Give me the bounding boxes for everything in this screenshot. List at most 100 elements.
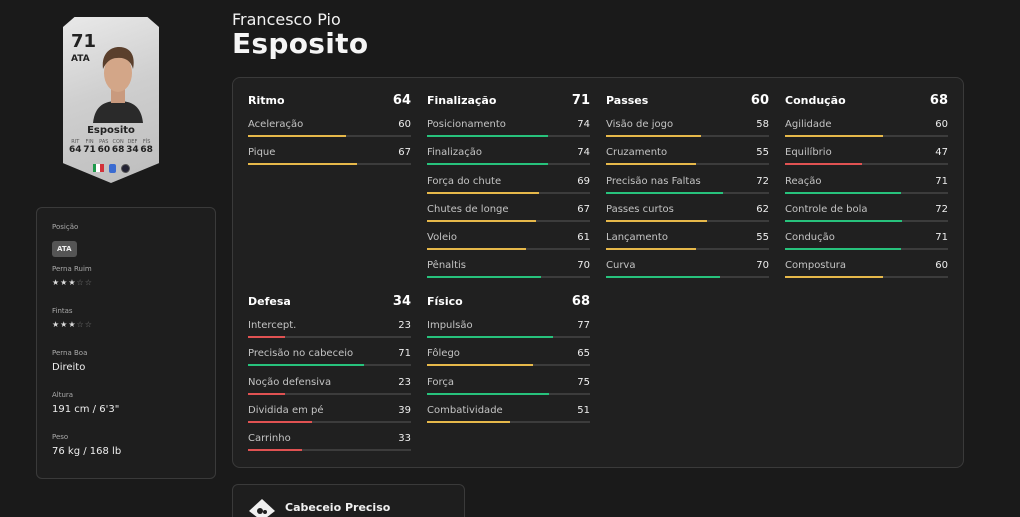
- attribute-name: Compostura: [785, 260, 847, 272]
- star-filled-icon: ★: [68, 320, 77, 329]
- attribute-bar: [606, 163, 769, 166]
- playstyle-card[interactable]: Cabeceio Preciso: [232, 484, 465, 517]
- attribute-row: Equilíbrio 47: [785, 147, 948, 175]
- attribute-row: Posicionamento 74: [427, 119, 590, 147]
- weak-foot-stars: ★★★☆☆: [52, 278, 200, 287]
- attribute-value: 75: [577, 376, 590, 388]
- card-stat: RIT 64: [69, 139, 82, 155]
- attribute-value: 33: [398, 433, 411, 445]
- attribute-row: Compostura 60: [785, 260, 948, 288]
- player-card: 71 ATA Esposito RIT 64 FIN 71 PAS 60 CON 68 DEF 3…: [63, 17, 159, 183]
- attribute-bar-fill: [785, 248, 901, 251]
- attribute-bar-fill: [785, 163, 862, 166]
- star-filled-icon: ★: [52, 278, 61, 287]
- card-stat: FÍS 68: [140, 139, 153, 155]
- attribute-category: Defesa 34 Intercept. 23 Precisão no cabeceio…: [248, 294, 411, 461]
- attribute-name: Combatividade: [427, 404, 503, 416]
- category-value: 68: [929, 93, 948, 108]
- attribute-bar: [248, 336, 411, 338]
- category-header: Condução 68: [785, 93, 948, 119]
- attribute-bar: [785, 276, 948, 279]
- attribute-bar: [248, 449, 411, 452]
- attribute-name: Aceleração: [248, 119, 304, 130]
- attribute-value: 67: [398, 147, 411, 159]
- weight-value: 76 kg / 168 lb: [52, 446, 122, 457]
- attribute-bar-fill: [427, 248, 527, 251]
- star-empty-icon: ☆: [84, 320, 93, 329]
- attribute-row: Aceleração 60: [248, 119, 411, 147]
- card-player-name: Esposito: [87, 125, 135, 136]
- attribute-name: Voleio: [427, 232, 458, 244]
- attribute-value: 69: [577, 175, 590, 187]
- card-stat: CON 68: [112, 139, 125, 155]
- attribute-name: Condução: [785, 232, 835, 244]
- attribute-row: Voleio 61: [427, 232, 590, 260]
- attribute-bar-fill: [427, 276, 542, 279]
- category-value: 68: [571, 294, 590, 309]
- category-name: Ritmo: [248, 94, 285, 107]
- category-name: Defesa: [248, 295, 291, 308]
- attribute-bar-fill: [427, 219, 537, 222]
- attribute-bar: [427, 336, 590, 338]
- attribute-value: 47: [935, 147, 948, 159]
- attribute-name: Passes curtos: [606, 203, 674, 215]
- attribute-bar-fill: [248, 336, 286, 338]
- attribute-bar: [606, 191, 769, 194]
- attribute-row: Dividida em pé 39: [248, 405, 411, 433]
- attribute-row: Noção defensiva 23: [248, 377, 411, 405]
- attribute-bar: [248, 163, 411, 166]
- card-stat: PAS 60: [98, 139, 111, 155]
- attribute-bar: [606, 248, 769, 251]
- attribute-bar-fill: [427, 364, 533, 367]
- attribute-bar: [427, 248, 590, 251]
- category-header: Defesa 34: [248, 294, 411, 320]
- card-stat-value: 68: [140, 145, 153, 155]
- attribute-bar: [427, 276, 590, 279]
- attribute-bar-fill: [427, 420, 511, 423]
- attribute-row: Controle de bola 72: [785, 204, 948, 232]
- attribute-value: 23: [398, 376, 411, 388]
- player-info-panel: Posição ATA Perna Ruim ★★★☆☆ Fintas ★★★☆…: [36, 207, 216, 479]
- attribute-category: Físico 68 Impulsão 77 Fôlego 65 Força 75 Combati…: [427, 294, 590, 433]
- attribute-name: Força do chute: [427, 175, 502, 187]
- attribute-row: Passes curtos 62: [606, 204, 769, 232]
- attribute-name: Chutes de longe: [427, 203, 509, 215]
- attribute-value: 51: [577, 404, 590, 416]
- card-stat-value: 71: [83, 145, 96, 155]
- attribute-bar-fill: [248, 392, 286, 395]
- card-stat-value: 60: [97, 145, 111, 155]
- height-label: Altura: [52, 391, 74, 399]
- preferred-foot-label: Perna Boa: [52, 349, 88, 357]
- attribute-bar-fill: [785, 276, 883, 279]
- attribute-value: 71: [398, 348, 411, 360]
- attribute-bar: [785, 191, 948, 194]
- attribute-value: 60: [935, 260, 948, 272]
- attribute-bar-fill: [248, 163, 358, 166]
- league-logo-icon: [108, 164, 116, 173]
- attribute-row: Cruzamento 55: [606, 147, 769, 175]
- attribute-row: Fôlego 65: [427, 348, 590, 376]
- italy-flag-icon: [92, 164, 104, 172]
- attribute-value: 65: [577, 348, 590, 360]
- attribute-bar-fill: [606, 276, 721, 279]
- attribute-row: Combatividade 51: [427, 405, 590, 433]
- attribute-row: Lançamento 55: [606, 232, 769, 260]
- card-badges: [63, 164, 159, 173]
- attribute-bar: [606, 276, 769, 279]
- attribute-name: Agilidade: [785, 119, 832, 130]
- attribute-name: Posicionamento: [427, 119, 506, 130]
- attribute-bar-fill: [248, 135, 346, 137]
- attribute-bar: [427, 191, 590, 194]
- weak-foot-label: Perna Ruim: [52, 265, 92, 273]
- attribute-bar: [248, 420, 411, 423]
- attribute-name: Carrinho: [248, 433, 291, 445]
- attribute-row: Finalização 74: [427, 147, 590, 175]
- attribute-category: Ritmo 64 Aceleração 60 Pique 67: [248, 93, 411, 176]
- attribute-bar-fill: [606, 248, 696, 251]
- attribute-bar-fill: [606, 163, 696, 166]
- attribute-bar: [606, 135, 769, 137]
- attribute-bar: [427, 364, 590, 367]
- position-label: Posição: [52, 223, 79, 231]
- attribute-value: 71: [935, 175, 948, 187]
- attribute-name: Precisão nas Faltas: [606, 175, 701, 187]
